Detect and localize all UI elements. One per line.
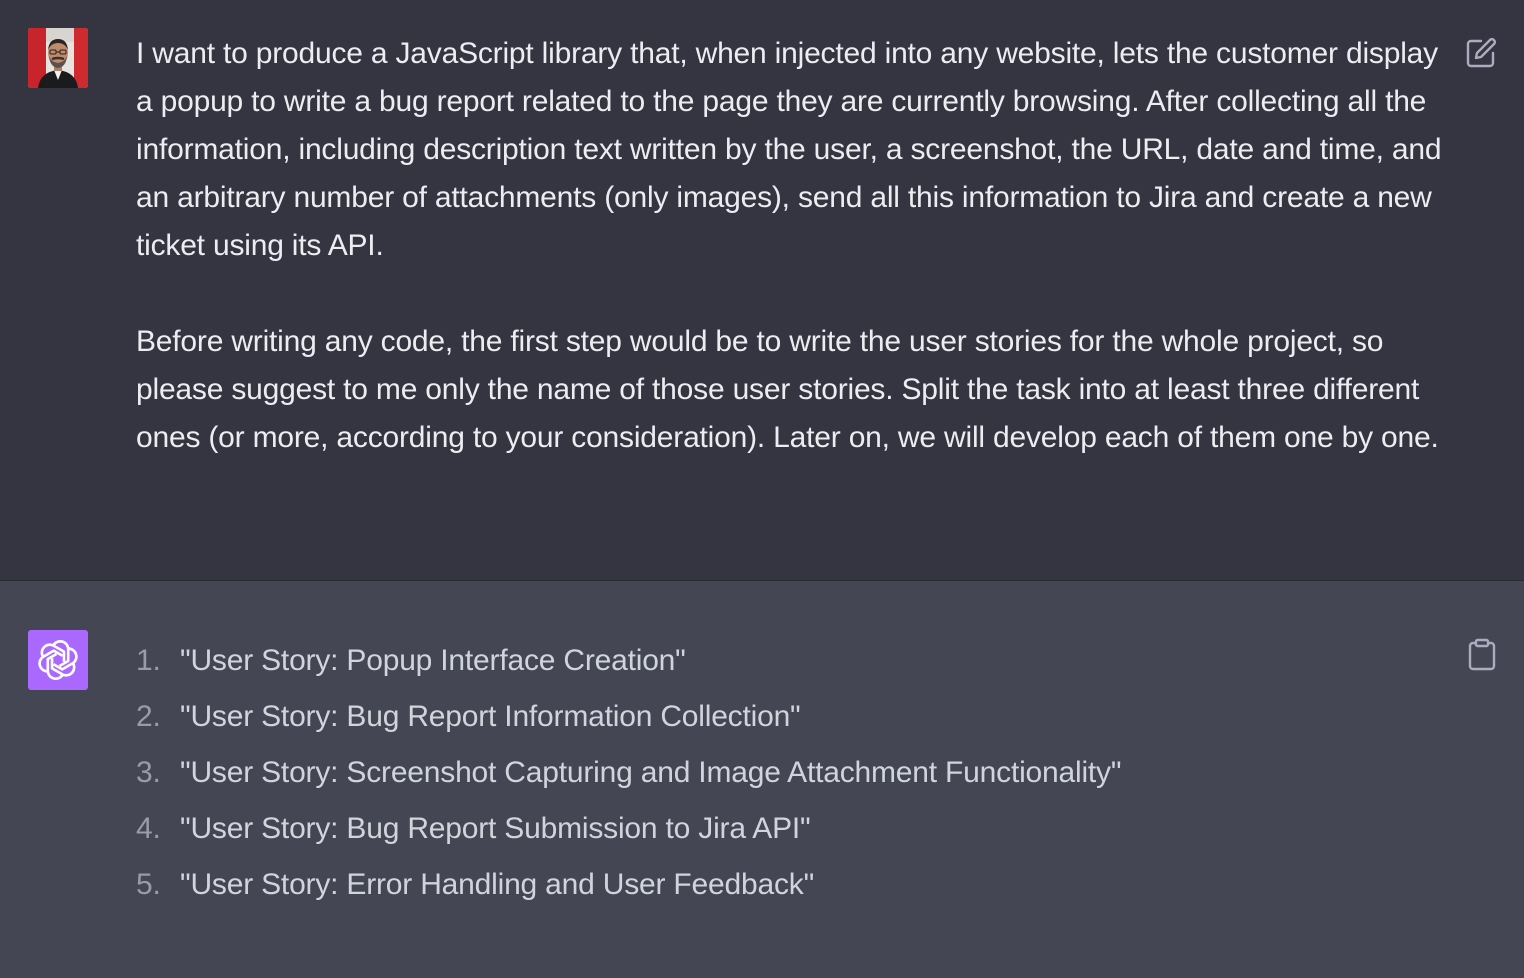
assistant-message: 1. "User Story: Popup Interface Creation"… (0, 581, 1524, 978)
list-item-text: "User Story: Bug Report Information Coll… (180, 700, 801, 733)
list-item: 4. "User Story: Bug Report Submission to … (136, 801, 1121, 857)
user-avatar (28, 28, 88, 88)
list-item-number: 1. (136, 644, 161, 677)
list-item-number: 4. (136, 812, 161, 845)
list-item-number: 3. (136, 756, 161, 789)
edit-icon[interactable] (1464, 36, 1498, 70)
user-paragraph: I want to produce a JavaScript library t… (136, 37, 1442, 262)
user-photo-icon (28, 28, 88, 88)
user-paragraph: Before writing any code, the first step … (136, 325, 1439, 454)
list-item-text: "User Story: Screenshot Capturing and Im… (180, 756, 1122, 789)
list-item-text: "User Story: Popup Interface Creation" (180, 644, 686, 677)
list-item-text: "User Story: Bug Report Submission to Ji… (180, 812, 811, 845)
list-item-text: "User Story: Error Handling and User Fee… (180, 868, 815, 901)
list-item-number: 2. (136, 700, 161, 733)
list-item: 2. "User Story: Bug Report Information Co… (136, 689, 1121, 745)
user-message: I want to produce a JavaScript library t… (0, 0, 1524, 581)
user-message-text: I want to produce a JavaScript library t… (136, 30, 1451, 462)
openai-logo-icon (38, 640, 78, 680)
clipboard-icon[interactable] (1466, 638, 1498, 672)
assistant-avatar (28, 630, 88, 690)
user-story-list: 1. "User Story: Popup Interface Creation"… (136, 633, 1122, 913)
list-item: 5. "User Story: Error Handling and User F… (136, 857, 1121, 913)
list-item: 1. "User Story: Popup Interface Creation" (136, 633, 1121, 689)
list-item-number: 5. (136, 868, 161, 901)
list-item: 3. "User Story: Screenshot Capturing and … (136, 745, 1122, 801)
